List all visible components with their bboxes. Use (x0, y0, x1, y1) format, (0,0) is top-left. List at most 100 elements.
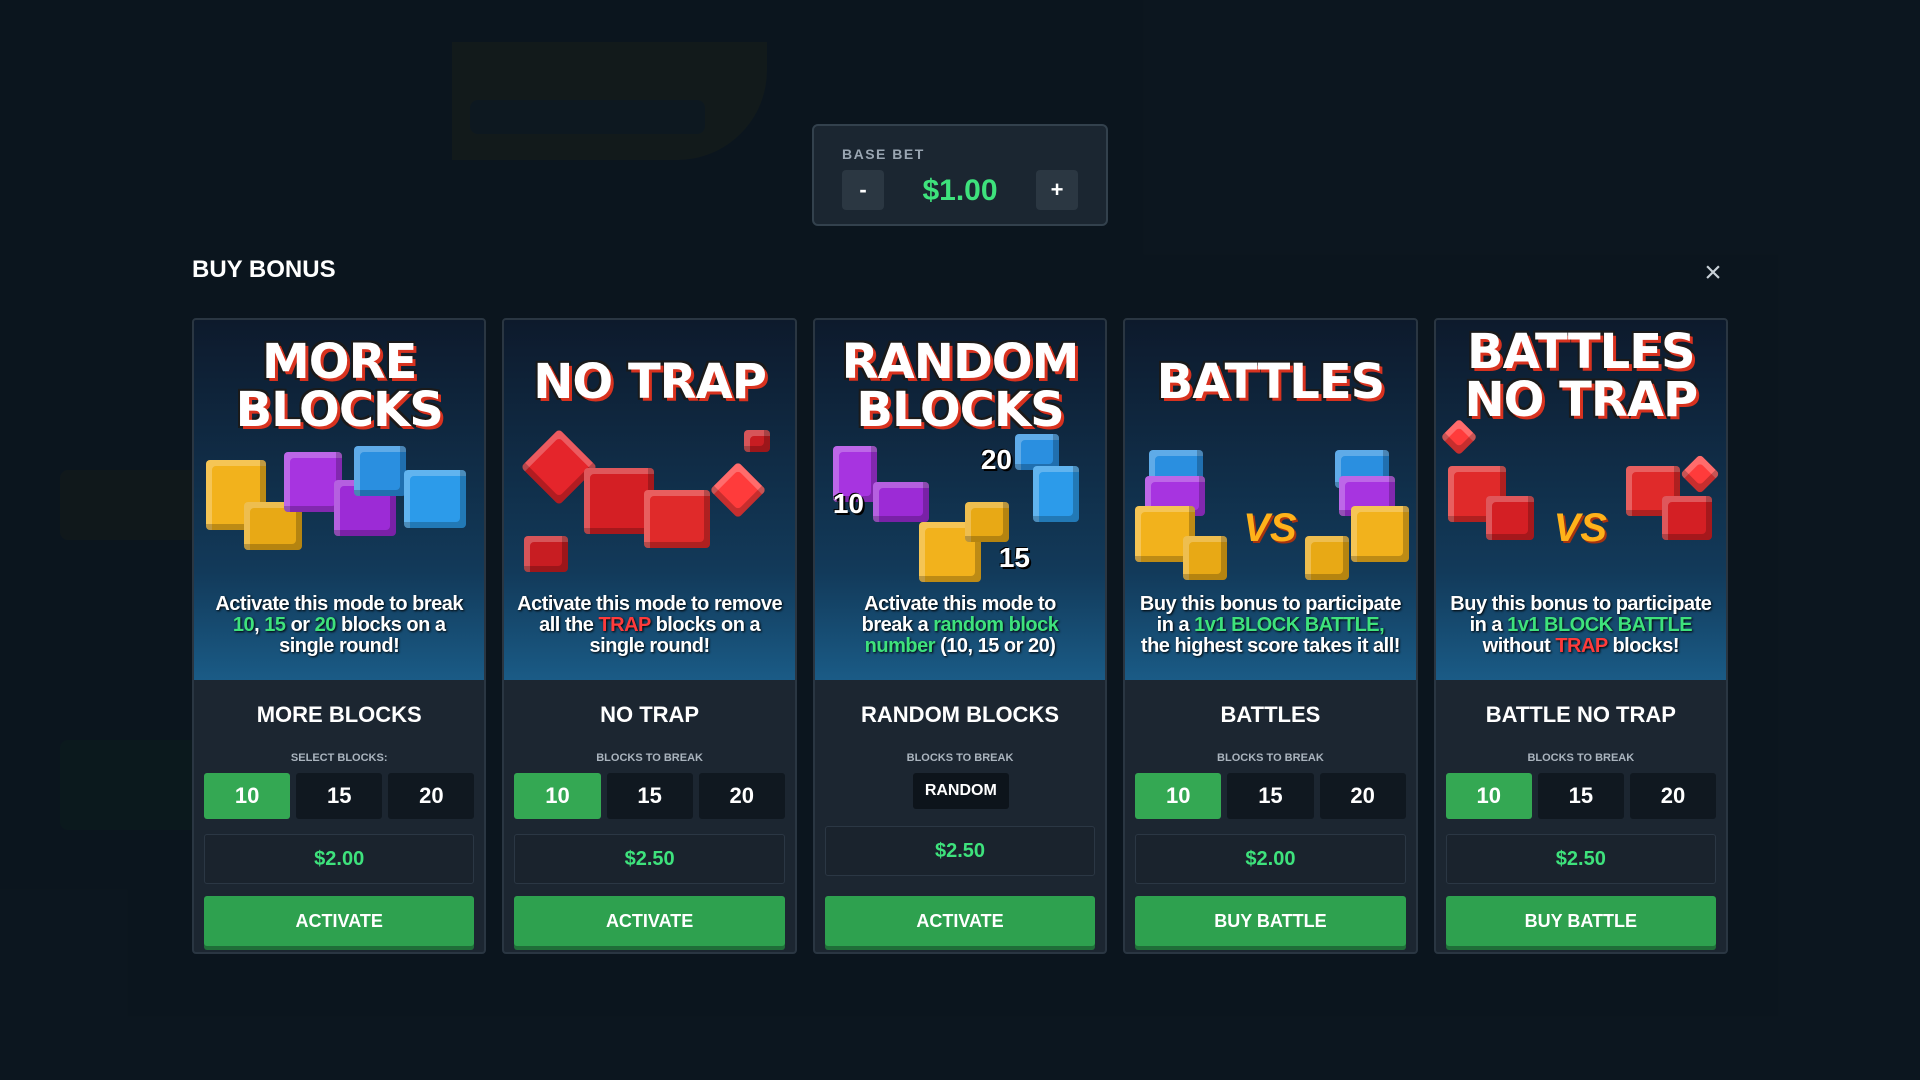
desc-text: , (254, 614, 265, 636)
bonus-card-battles: BATTLES VS Buy this bonus to participate… (1123, 318, 1418, 954)
art-title: BATTLES NO TRAP (1436, 328, 1726, 424)
increase-bet-button[interactable]: + (1036, 170, 1078, 210)
block-option-20[interactable]: 20 (1629, 773, 1717, 819)
art-title-line: NO TRAP (533, 354, 767, 410)
desc-text: (10, 15 or 20) (935, 635, 1056, 657)
card-subtitle: BLOCKS TO BREAK (1217, 752, 1324, 764)
block-option-10[interactable]: 10 (1445, 773, 1532, 819)
desc-text: blocks! (1607, 635, 1679, 657)
block-option-10[interactable]: 10 (204, 773, 291, 819)
versus-label: VS (1553, 506, 1607, 550)
activate-button[interactable]: ACTIVATE (514, 896, 785, 946)
desc-highlight: 10 (232, 614, 255, 636)
base-bet-control: BASE BET - $1.00 + (812, 124, 1108, 226)
art-title-line: MORE (262, 334, 417, 390)
desc-text: in a (1469, 614, 1508, 636)
bonus-card-no-trap: NO TRAP Activate this mode to remove all… (502, 318, 797, 954)
desc-highlight: 20 (314, 614, 337, 636)
card-subtitle: BLOCKS TO BREAK (906, 752, 1014, 764)
art-title-line: RANDOM (841, 334, 1080, 390)
block-count-selector: 10 15 20 (1445, 773, 1717, 819)
card-subtitle: BLOCKS TO BREAK (1527, 752, 1635, 764)
block-option-20[interactable]: 20 (698, 773, 785, 819)
desc-text: blocks on a (335, 614, 446, 636)
desc-highlight: 1v1 BLOCK BATTLE, (1194, 614, 1385, 636)
art-title: BATTLES (1125, 358, 1415, 406)
battles-artwork: BATTLES VS Buy this bonus to participate… (1125, 320, 1416, 680)
card-subtitle: BLOCKS TO BREAK (596, 752, 703, 764)
desc-text: Activate this mode to break (215, 593, 464, 615)
desc-text: Buy this bonus to participate (1139, 593, 1402, 615)
desc-text: break a (861, 614, 934, 636)
block-option-20[interactable]: 20 (388, 773, 475, 819)
art-title-line: NO TRAP (1464, 372, 1698, 428)
desc-text: in a (1156, 614, 1195, 636)
card-title: BATTLE NO TRAP (1485, 702, 1676, 727)
block-option-20[interactable]: 20 (1319, 773, 1406, 819)
modal-title: BUY BONUS (192, 256, 336, 283)
price-display: $2.50 (514, 834, 785, 884)
block-count-selector: 10 15 20 (514, 773, 785, 819)
price-display: $2.50 (824, 826, 1096, 876)
desc-highlight: TRAP (598, 614, 651, 636)
price-display: $2.50 (1445, 834, 1717, 884)
activate-button[interactable]: ACTIVATE (204, 896, 475, 946)
desc-highlight: TRAP (1555, 635, 1608, 657)
random-blocks-artwork: RANDOM BLOCKS 10 20 15 Activate this mod… (814, 320, 1106, 680)
base-bet-label: BASE BET (842, 146, 925, 162)
desc-text: Buy this bonus to participate (1450, 593, 1712, 615)
desc-text: the highest score takes it all! (1140, 635, 1401, 657)
block-count-selector: 10 15 20 (204, 773, 475, 819)
random-option: RANDOM (912, 773, 1009, 809)
desc-text: all the (539, 614, 599, 636)
number-tag: 20 (980, 444, 1012, 475)
desc-highlight: 1v1 BLOCK BATTLE (1507, 614, 1693, 636)
buy-battle-button[interactable]: BUY BATTLE (1445, 896, 1717, 946)
card-title: RANDOM BLOCKS (861, 702, 1060, 727)
desc-text: Activate this mode to remove (517, 593, 783, 615)
close-icon[interactable]: × (1700, 258, 1726, 288)
card-description: Buy this bonus to participate in a 1v1 B… (1444, 594, 1718, 657)
price-display: $2.00 (1135, 834, 1406, 884)
bonus-card-random-blocks: RANDOM BLOCKS 10 20 15 Activate this mod… (812, 318, 1108, 954)
card-title: BATTLES (1220, 702, 1321, 727)
activate-button[interactable]: ACTIVATE (824, 896, 1096, 946)
art-title-line: BLOCKS (235, 382, 444, 438)
desc-text: or (285, 614, 315, 636)
card-description: Activate this mode to break 10, 15 or 20… (202, 594, 476, 657)
block-option-10[interactable]: 10 (514, 773, 601, 819)
art-title-line: BLOCKS (856, 382, 1064, 438)
art-title-line: BATTLES (1156, 354, 1386, 410)
bonus-card-battle-no-trap: BATTLES NO TRAP VS Buy this bonus to par… (1433, 318, 1729, 954)
desc-highlight: 15 (264, 614, 286, 636)
block-option-10[interactable]: 10 (1135, 773, 1222, 819)
block-count-selector: 10 15 20 (1135, 773, 1406, 819)
art-title: RANDOM BLOCKS (815, 338, 1105, 434)
card-title: NO TRAP (600, 702, 700, 727)
block-option-15[interactable]: 15 (296, 773, 383, 819)
block-option-15[interactable]: 15 (1227, 773, 1314, 819)
art-title: NO TRAP (504, 358, 794, 406)
block-option-15[interactable]: 15 (1537, 773, 1624, 819)
bonus-cards: MORE BLOCKS Activate this mode to break … (192, 318, 1729, 954)
desc-highlight: number (864, 635, 936, 657)
art-title-line: BATTLES (1467, 324, 1696, 380)
desc-highlight: random block (933, 614, 1059, 636)
number-tag: 15 (998, 542, 1030, 573)
card-description: Activate this mode to remove all the TRA… (512, 594, 786, 657)
bonus-card-more-blocks: MORE BLOCKS Activate this mode to break … (192, 318, 487, 954)
card-description: Buy this bonus to participate in a 1v1 B… (1133, 594, 1407, 657)
buy-battle-button[interactable]: BUY BATTLE (1135, 896, 1406, 946)
art-title: MORE BLOCKS (194, 338, 484, 434)
price-display: $2.00 (204, 834, 475, 884)
card-subtitle: SELECT BLOCKS: (290, 752, 388, 764)
block-option-15[interactable]: 15 (606, 773, 693, 819)
desc-text: single round! (589, 635, 711, 657)
more-blocks-artwork: MORE BLOCKS Activate this mode to break … (194, 320, 485, 680)
desc-text: blocks on a (650, 614, 761, 636)
number-tag: 10 (832, 488, 864, 519)
versus-label: VS (1243, 506, 1297, 550)
battles-no-trap-artwork: BATTLES NO TRAP VS Buy this bonus to par… (1435, 320, 1727, 680)
desc-text: without (1482, 635, 1556, 657)
desc-text: Activate this mode to (864, 593, 1056, 615)
